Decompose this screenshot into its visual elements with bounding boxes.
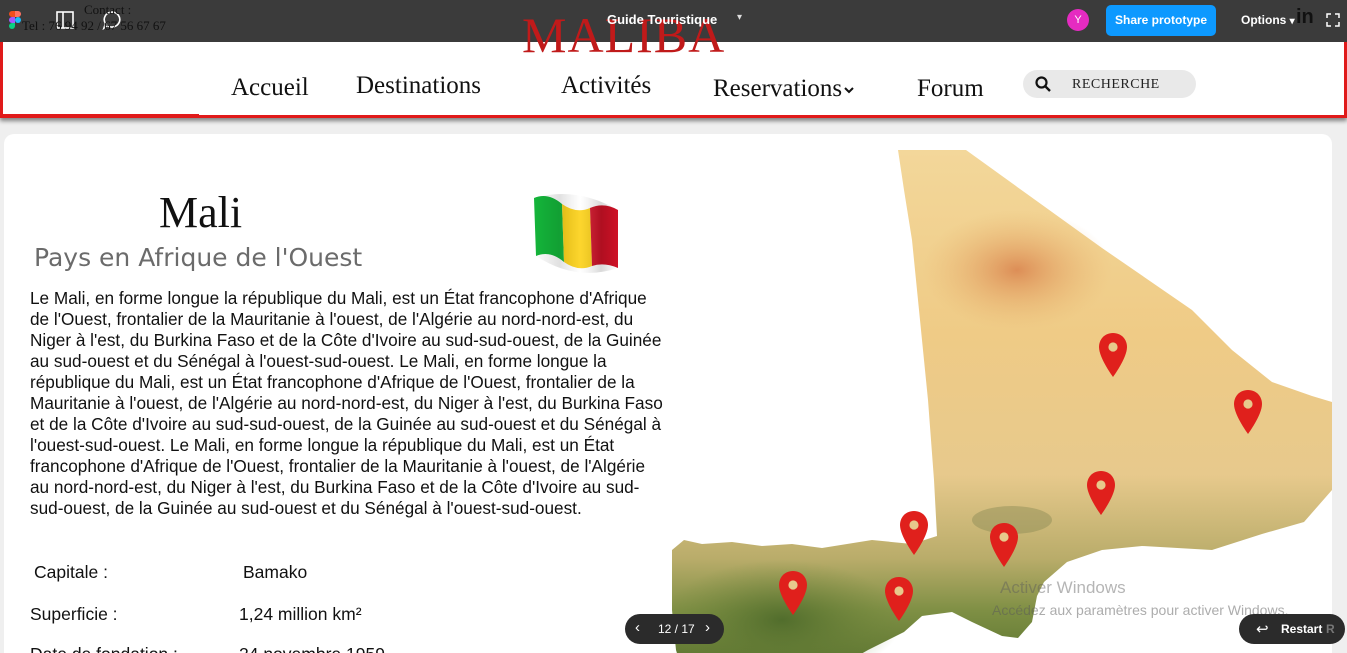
restart-arrow-icon: ↩ [1256,621,1269,638]
country-card: Mali Pays en Afrique de l'Ouest Le Mali,… [4,134,1332,653]
chevron-down-icon: ▾ [1289,16,1295,27]
restart-shortcut: R [1326,622,1335,636]
share-prototype-button[interactable]: Share prototype [1106,5,1216,36]
contact-tel: Tel : 76 94 92 / 67 56 67 67 [22,18,166,33]
header-accent-bar [3,114,199,118]
chevron-down-icon [844,87,854,94]
prototype-pager: ‹ 12 / 17 › [625,614,724,644]
watermark-subtitle: Accédez aux paramètres pour activer Wind… [992,602,1289,618]
country-title: Mali [159,188,243,237]
restart-label: Restart [1281,622,1323,636]
nav-forum[interactable]: Forum [917,75,984,103]
page-counter: 12 / 17 [658,622,695,636]
map-desert-zone [922,210,1112,330]
chevron-right-icon[interactable]: › [705,619,710,636]
prototype-title[interactable]: Guide Touristique [607,12,717,27]
prototype-viewer: Accueil Destinations Activités Reservati… [0,0,1347,653]
nav-reservations-label: Reservations [713,75,843,102]
nav-accueil[interactable]: Accueil [231,74,309,102]
nav-reservations[interactable]: Reservations [713,75,855,103]
fact-value-capitale: Bamako [243,562,308,582]
search-placeholder: RECHERCHE [1072,77,1160,92]
fact-value-superficie: 1,24 million km² [239,604,362,624]
mali-flag-icon [534,194,618,273]
restart-button[interactable]: ↩ Restart R [1239,614,1345,644]
country-description: Le Mali, en forme longue la république d… [30,288,663,518]
options-menu[interactable]: Options ▾ [1241,13,1295,27]
contact-label: Contact : [84,2,132,17]
fact-label-superficie: Superficie : [30,604,118,624]
figma-logo-icon[interactable] [9,11,21,29]
options-label: Options [1241,13,1287,27]
fact-label-capitale: Capitale : [34,562,108,582]
nav-activites[interactable]: Activités [561,72,651,100]
country-subtitle: Pays en Afrique de l'Ouest [34,243,363,272]
avatar[interactable]: Y [1067,9,1089,31]
fact-label-fondation: Date de fondation : [30,644,178,653]
fullscreen-icon[interactable] [1325,12,1341,28]
search-icon [1035,76,1051,92]
chevron-down-icon[interactable]: ▾ [737,12,742,23]
chevron-left-icon[interactable]: ‹ [635,619,640,636]
contact-info: Contact : Tel : 76 94 92 / 67 56 67 67 [22,2,166,34]
nav-destinations[interactable]: Destinations [356,72,481,100]
watermark-title: Activer Windows [1000,578,1126,597]
figma-toolbar: Contact : Tel : 76 94 92 / 67 56 67 67 M… [0,0,1347,63]
linkedin-icon[interactable]: in [1296,6,1314,29]
search-input[interactable]: RECHERCHE [1023,70,1196,98]
fact-value-fondation: 24 novembre 1959 [239,644,385,653]
